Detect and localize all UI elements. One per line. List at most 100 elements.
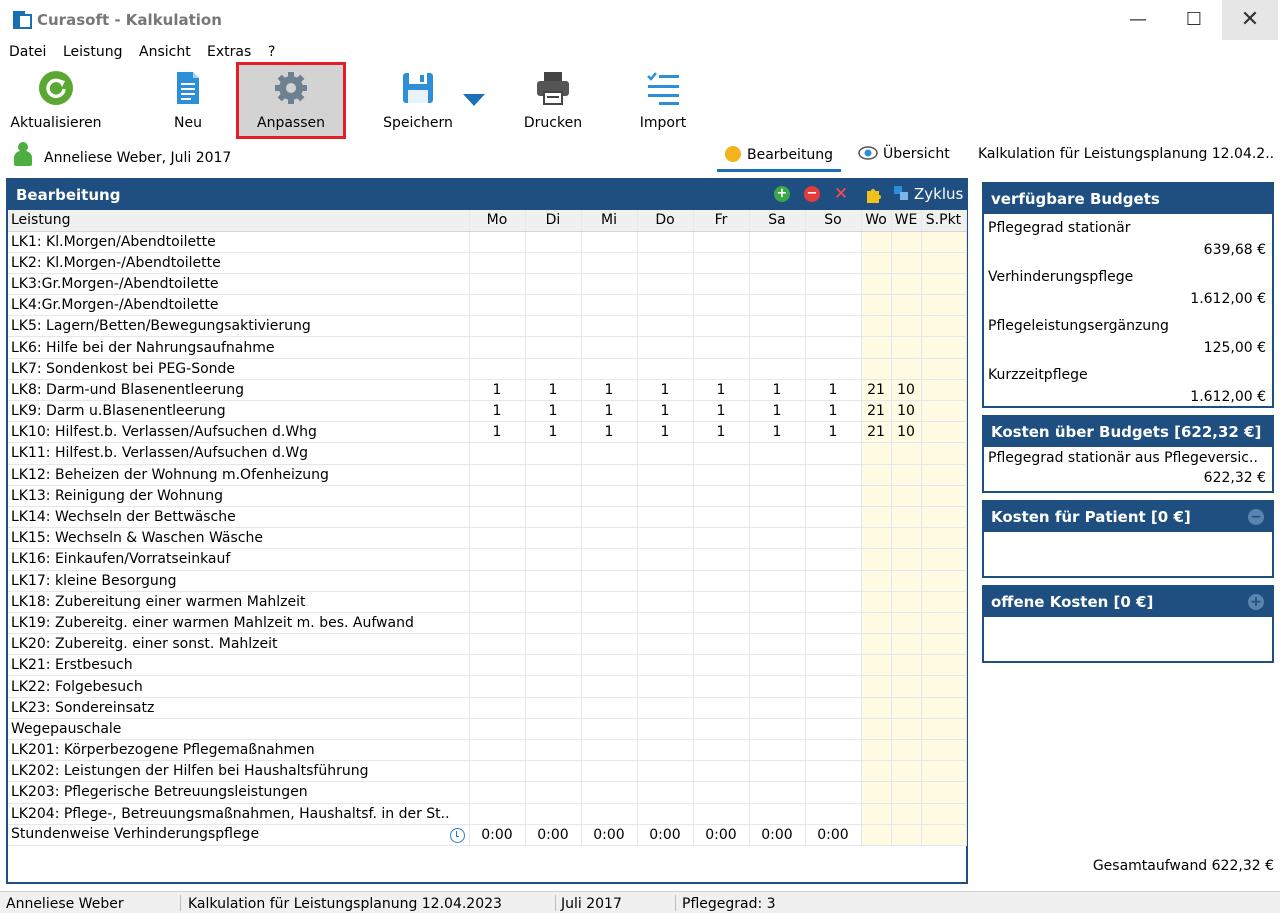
cell-di[interactable]	[525, 675, 582, 698]
cell-wo[interactable]	[861, 294, 892, 317]
cell-di[interactable]	[525, 315, 582, 338]
cell-sa[interactable]: 1	[749, 400, 806, 423]
cell-leistung[interactable]: LK20: Zubereitg. einer sonst. Mahlzeit	[8, 633, 470, 656]
cell-mo[interactable]	[469, 633, 526, 656]
cell-wo[interactable]: 21	[861, 379, 892, 402]
cell-spkt[interactable]	[921, 739, 967, 762]
cell-sa[interactable]	[749, 485, 806, 507]
cell-di[interactable]	[525, 464, 582, 486]
table-row[interactable]: LK18: Zubereitung einer warmen Mahlzeit	[8, 591, 967, 613]
cell-fr[interactable]	[693, 633, 750, 656]
cell-mo[interactable]	[469, 739, 526, 762]
cell-spkt[interactable]	[921, 442, 967, 465]
cell-mo[interactable]	[469, 315, 526, 338]
cell-di[interactable]	[525, 697, 582, 719]
cell-mi[interactable]: 1	[581, 400, 638, 423]
cell-wo[interactable]	[861, 739, 892, 762]
cell-spkt[interactable]	[921, 421, 967, 444]
cell-do[interactable]	[637, 252, 694, 274]
cell-we[interactable]	[891, 633, 922, 656]
table-row[interactable]: LK17: kleine Besorgung	[8, 570, 967, 592]
table-row[interactable]: LK21: Erstbesuch	[8, 654, 967, 677]
cell-leistung[interactable]: LK201: Körperbezogene Pflegemaßnahmen	[8, 739, 470, 762]
cell-mo[interactable]	[469, 697, 526, 719]
cell-di[interactable]	[525, 803, 582, 825]
minimize-button[interactable]: —	[1110, 0, 1166, 40]
cell-sa[interactable]	[749, 760, 806, 783]
cell-we[interactable]	[891, 294, 922, 317]
cell-mi[interactable]	[581, 485, 638, 507]
cell-we[interactable]	[891, 760, 922, 783]
cell-fr[interactable]	[693, 570, 750, 592]
cell-leistung[interactable]: Stundenweise Verhinderungspflege	[8, 824, 470, 846]
cell-spkt[interactable]	[921, 400, 967, 423]
cell-mi[interactable]: 1	[581, 379, 638, 402]
table-row[interactable]: LK10: Hilfest.b. Verlassen/Aufsuchen d.W…	[8, 421, 967, 444]
table-row[interactable]: LK23: Sondereinsatz	[8, 697, 967, 719]
cell-di[interactable]	[525, 548, 582, 571]
cell-so[interactable]	[805, 506, 862, 529]
cell-mi[interactable]	[581, 570, 638, 592]
cell-mi[interactable]	[581, 612, 638, 635]
cell-so[interactable]	[805, 548, 862, 571]
cell-leistung[interactable]: LK3:Gr.Morgen-/Abendtoilette	[8, 273, 470, 296]
cell-di[interactable]	[525, 252, 582, 274]
menu-help[interactable]: ?	[268, 44, 275, 60]
cell-wo[interactable]	[861, 527, 892, 550]
cell-leistung[interactable]: LK14: Wechseln der Bettwäsche	[8, 506, 470, 529]
cell-fr[interactable]	[693, 548, 750, 571]
cell-spkt[interactable]	[921, 654, 967, 677]
cell-mi[interactable]	[581, 803, 638, 825]
drucken-button[interactable]: Drucken	[512, 66, 594, 138]
cell-wo[interactable]	[861, 654, 892, 677]
table-row[interactable]: LK22: Folgebesuch	[8, 675, 967, 698]
cell-mo[interactable]: 1	[469, 400, 526, 423]
cell-so[interactable]	[805, 697, 862, 719]
col-header-di[interactable]: Di	[525, 210, 582, 232]
cell-so[interactable]: 1	[805, 421, 862, 444]
cell-fr[interactable]	[693, 718, 750, 741]
table-row[interactable]: LK1: Kl.Morgen/Abendtoilette	[8, 231, 967, 253]
neu-button[interactable]: Neu	[148, 66, 228, 138]
cell-mi[interactable]	[581, 548, 638, 571]
cell-we[interactable]	[891, 315, 922, 338]
cell-di[interactable]	[525, 718, 582, 741]
cell-so[interactable]: 1	[805, 379, 862, 402]
cell-we[interactable]: 10	[891, 379, 922, 402]
cell-mo[interactable]	[469, 654, 526, 677]
cell-do[interactable]	[637, 570, 694, 592]
cell-we[interactable]	[891, 485, 922, 507]
cell-we[interactable]	[891, 824, 922, 846]
cell-do[interactable]	[637, 548, 694, 571]
cell-sa[interactable]	[749, 273, 806, 296]
cell-sa[interactable]	[749, 570, 806, 592]
cell-fr[interactable]: 0:00	[693, 824, 750, 846]
cell-so[interactable]	[805, 464, 862, 486]
cell-sa[interactable]: 0:00	[749, 824, 806, 846]
speichern-dropdown-icon[interactable]	[462, 93, 486, 107]
cell-mo[interactable]	[469, 548, 526, 571]
cell-fr[interactable]	[693, 803, 750, 825]
cell-di[interactable]	[525, 442, 582, 465]
col-header-spkt[interactable]: S.Pkt	[921, 210, 967, 232]
cell-so[interactable]	[805, 781, 862, 804]
cell-so[interactable]	[805, 252, 862, 274]
cell-di[interactable]	[525, 739, 582, 762]
cell-leistung[interactable]: LK6: Hilfe bei der Nahrungsaufnahme	[8, 336, 470, 359]
cell-do[interactable]	[637, 358, 694, 380]
cell-we[interactable]	[891, 570, 922, 592]
cell-fr[interactable]	[693, 442, 750, 465]
table-row[interactable]: LK4:Gr.Morgen-/Abendtoilette	[8, 294, 967, 317]
cell-leistung[interactable]: LK17: kleine Besorgung	[8, 570, 470, 592]
cell-leistung[interactable]: LK15: Wechseln & Waschen Wäsche	[8, 527, 470, 550]
cell-do[interactable]: 1	[637, 421, 694, 444]
cell-wo[interactable]	[861, 231, 892, 253]
cell-so[interactable]	[805, 591, 862, 613]
cell-di[interactable]: 1	[525, 379, 582, 402]
cell-sa[interactable]	[749, 633, 806, 656]
cell-mi[interactable]	[581, 464, 638, 486]
cell-wo[interactable]	[861, 697, 892, 719]
cell-so[interactable]	[805, 315, 862, 338]
cell-we[interactable]	[891, 442, 922, 465]
col-header-leistung[interactable]: Leistung	[8, 210, 470, 232]
